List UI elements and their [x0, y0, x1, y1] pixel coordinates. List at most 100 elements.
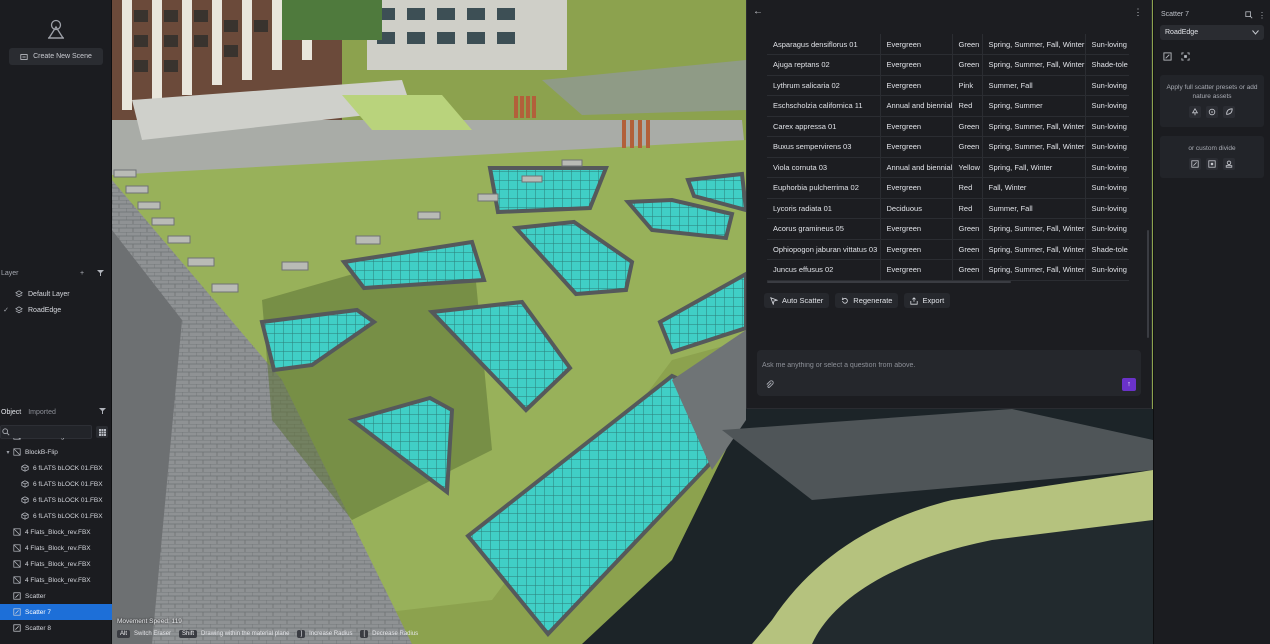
- tree-label: 6 fLATS bLOCK 01.FBX: [33, 464, 103, 472]
- tree-row[interactable]: Scatter: [0, 588, 112, 604]
- table-row[interactable]: Juncus effusus 02 Evergreen Green Spring, S…: [767, 259, 1129, 281]
- vertical-scrollbar[interactable]: [1147, 230, 1149, 338]
- flower-preset-button[interactable]: [1206, 106, 1218, 118]
- custom-text: or custom divide: [1188, 145, 1236, 152]
- more-options-icon[interactable]: ⋮: [1133, 6, 1143, 18]
- layer-row-roadedge[interactable]: ✓ RoadEdge: [0, 303, 112, 317]
- expand-arrow-icon[interactable]: ▾: [4, 449, 12, 456]
- table-cell: Evergreen: [879, 54, 952, 76]
- scene-icon: [20, 53, 28, 60]
- layer-select[interactable]: RoadEdge: [1160, 25, 1264, 40]
- tree-label: 4 Flats_Block_rev.FBX: [25, 576, 91, 584]
- layers-toggle-icon[interactable]: [1244, 10, 1254, 20]
- tree-row[interactable]: 4 Flats_Block_rev.FBX: [0, 540, 112, 556]
- tree-row[interactable]: Scatter 7: [0, 604, 112, 620]
- more-options-icon[interactable]: ⋮: [1257, 10, 1267, 20]
- table-cell: Evergreen: [879, 259, 952, 281]
- layer-select-value: RoadEdge: [1165, 29, 1199, 36]
- tree-row[interactable]: ▾ BlockB-Flip: [0, 444, 112, 460]
- table-cell: Spring, Summer, Fall, Winter: [981, 218, 1085, 240]
- frame-icon: [1208, 160, 1216, 168]
- tree-row[interactable]: 4 Flats_Block_rev.FBX: [0, 572, 112, 588]
- table-cell: Evergreen: [879, 218, 952, 240]
- tree-row[interactable]: 4 Flats_Block_rev.FBX: [0, 556, 112, 572]
- export-button[interactable]: Export: [904, 293, 951, 308]
- filter-icon[interactable]: [94, 267, 106, 279]
- refresh-icon: [842, 297, 849, 304]
- table-row[interactable]: Asparagus densiflorus 01 Evergreen Green Sp…: [767, 34, 1129, 55]
- table-cell: Evergreen: [879, 34, 952, 55]
- table-cell: Shade-tole: [1084, 54, 1129, 76]
- brush-tool-button[interactable]: [1161, 50, 1174, 62]
- add-layer-icon[interactable]: +: [76, 267, 88, 279]
- table-cell: Juncus effusus 02: [767, 259, 880, 281]
- group-icon: [12, 447, 22, 457]
- table-row[interactable]: Ophiopogon jaburan vittatus 03 Evergreen G…: [767, 239, 1129, 260]
- brush-icon: [1163, 51, 1172, 61]
- object-tree: ▸ BlockB-Straight ▾ BlockB-Flip 6 fLATS bLOC…: [0, 438, 112, 644]
- regenerate-button[interactable]: Regenerate: [835, 293, 899, 308]
- layer-row-default[interactable]: Default Layer: [0, 287, 112, 301]
- table-cell: Green: [951, 218, 982, 240]
- tree-row[interactable]: 6 fLATS bLOCK 01.FBX: [0, 508, 112, 524]
- horizontal-scrollbar[interactable]: [767, 281, 1011, 283]
- tree-row[interactable]: 6 fLATS bLOCK 01.FBX: [0, 476, 112, 492]
- send-button[interactable]: ↑: [1122, 378, 1136, 391]
- attach-icon[interactable]: [765, 380, 774, 389]
- table-cell: Green: [951, 54, 982, 76]
- scatter-icon: [12, 623, 22, 633]
- object-search-row: [0, 425, 112, 439]
- filter-icon[interactable]: [99, 408, 106, 416]
- grid-view-button[interactable]: [96, 426, 108, 438]
- right-properties-panel: Scatter 7 ⋮ RoadEdge Apply full scatter …: [1153, 0, 1270, 644]
- object-tabs: Object Imported: [0, 405, 112, 419]
- tree-label: 6 fLATS bLOCK 01.FBX: [33, 496, 103, 504]
- stamp-icon: [1225, 160, 1233, 168]
- tree-row[interactable]: Scatter 8: [0, 620, 112, 636]
- expand-arrow-icon[interactable]: ▸: [4, 438, 12, 440]
- table-cell: Pink: [951, 75, 982, 96]
- divide-stamp-button[interactable]: [1223, 158, 1235, 170]
- table-cell: Lycoris radiata 01: [767, 198, 880, 219]
- table-row[interactable]: Viola cornuta 03 Annual and biennial Yello…: [767, 157, 1129, 178]
- layer-check[interactable]: ✓: [0, 306, 12, 314]
- table-cell: Red: [951, 198, 982, 219]
- table-row[interactable]: Ajuga reptans 02 Evergreen Green Spring, Su…: [767, 54, 1129, 76]
- table-cell: Ophiopogon jaburan vittatus 03: [767, 239, 880, 260]
- table-cell: Sun-loving: [1084, 177, 1129, 199]
- table-row[interactable]: Lycoris radiata 01 Deciduous Red Summer, Fa…: [767, 198, 1129, 219]
- table-cell: Sun-loving: [1084, 95, 1129, 117]
- divide-frame-button[interactable]: [1206, 158, 1218, 170]
- back-arrow-icon[interactable]: ←: [753, 6, 765, 18]
- table-cell: Spring, Summer: [981, 95, 1085, 117]
- tab-imported[interactable]: Imported: [28, 409, 56, 416]
- divide-shrink-button[interactable]: [1189, 158, 1201, 170]
- table-cell: Red: [951, 177, 982, 199]
- table-cell: Sun-loving: [1084, 116, 1129, 137]
- ai-assistant-panel: ← ⋮ Asparagus densiflorus 01 Evergreen Gre…: [746, 0, 1152, 409]
- table-row[interactable]: Eschscholzia californica 11 Annual and bi…: [767, 95, 1129, 117]
- hint-key: Alt: [117, 630, 131, 638]
- object-search-input[interactable]: [0, 425, 92, 439]
- table-row[interactable]: Buxus sempervirens 03 Evergreen Green Sprin…: [767, 136, 1129, 158]
- table-row[interactable]: Carex appressa 01 Evergreen Green Spring, S…: [767, 116, 1129, 137]
- tree-row[interactable]: 4 Flats_Block_rev.FBX: [0, 524, 112, 540]
- group-icon: [12, 559, 22, 569]
- tree-row[interactable]: 6 fLATS bLOCK 01.FBX: [0, 492, 112, 508]
- table-cell: Evergreen: [879, 136, 952, 158]
- table-cell: Spring, Summer, Fall, Winter: [981, 259, 1085, 281]
- table-row[interactable]: Acorus gramineus 05 Evergreen Green Spring,…: [767, 218, 1129, 240]
- tree-preset-button[interactable]: [1189, 106, 1201, 118]
- tree-row[interactable]: 6 fLATS bLOCK 01.FBX: [0, 460, 112, 476]
- table-row[interactable]: Euphorbia pulcherrima 02 Evergreen Red Fall…: [767, 177, 1129, 199]
- leaf-preset-button[interactable]: [1223, 106, 1235, 118]
- table-row[interactable]: Lythrum salicaria 02 Evergreen Pink Summer,…: [767, 75, 1129, 96]
- chat-input[interactable]: [762, 359, 1122, 371]
- fit-tool-button[interactable]: [1179, 50, 1192, 62]
- table-cell: Green: [951, 34, 982, 55]
- tab-object[interactable]: Object: [1, 409, 21, 416]
- layer-title: Layer: [1, 269, 19, 277]
- table-cell: Annual and biennial: [879, 95, 952, 117]
- auto-scatter-button[interactable]: Auto Scatter: [764, 293, 830, 308]
- create-new-scene-button[interactable]: Create New Scene: [9, 48, 103, 65]
